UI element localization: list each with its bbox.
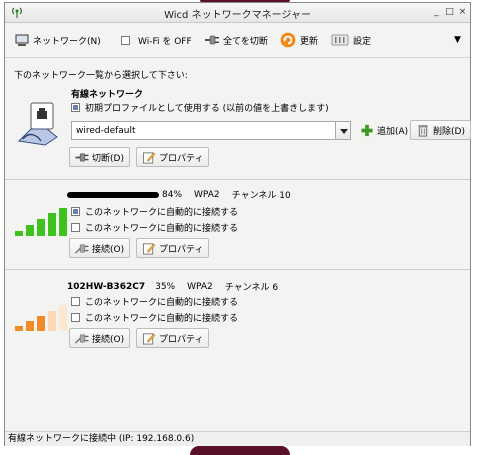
signal-bar bbox=[59, 305, 67, 331]
delete-profile-label: 削除(D) bbox=[433, 126, 465, 137]
signal-icon bbox=[15, 208, 70, 236]
plug-icon bbox=[205, 35, 219, 45]
auto-connect-label: このネットワークに自動的に接続する bbox=[85, 224, 239, 234]
wired-icon bbox=[17, 102, 58, 146]
background-shape-bottom bbox=[190, 446, 290, 455]
toolbar-overflow-arrow[interactable]: ▼ bbox=[454, 31, 461, 49]
properties-label: プロパティ bbox=[159, 244, 204, 255]
signal-strength: 84% bbox=[162, 189, 183, 200]
add-profile-button[interactable]: 追加(A) bbox=[355, 120, 413, 140]
trash-icon bbox=[418, 124, 428, 137]
auto-connect-label: このネットワークに自動的に接続する bbox=[85, 298, 239, 308]
security-type: WPA2 bbox=[187, 281, 213, 292]
signal-bar bbox=[59, 208, 67, 236]
window-title: Wicd ネットワークマネージャー bbox=[164, 10, 311, 21]
wired-profile-dropdown-arrow[interactable] bbox=[335, 121, 351, 140]
title-bar: Wicd ネットワークマネージャー _ □ × bbox=[5, 3, 470, 23]
signal-bar bbox=[37, 219, 45, 236]
wired-default-profile-label: 初期プロファイルとして使用する (以前の値を上書きします) bbox=[85, 104, 329, 114]
auto-connect-label: このネットワークに自動的に接続する bbox=[85, 208, 239, 218]
properties-button[interactable]: プロパティ bbox=[136, 238, 210, 258]
disconnect-all-label: 全てを切断 bbox=[223, 36, 268, 47]
plug-icon bbox=[75, 334, 89, 344]
delete-profile-button[interactable]: 削除(D) bbox=[410, 120, 471, 140]
wifi-off-label: Wi-Fi を OFF bbox=[138, 36, 192, 47]
wired-default-profile-checkbox[interactable] bbox=[71, 103, 80, 112]
connect-button[interactable]: 接続(O) bbox=[69, 238, 131, 258]
signal-bar bbox=[15, 231, 23, 236]
plug-icon bbox=[75, 153, 89, 161]
auto-connect-checkbox[interactable] bbox=[71, 313, 80, 322]
network-ssid: 102HW-B362C7 bbox=[67, 281, 146, 292]
auto-connect-label: このネットワークに自動的に接続する bbox=[85, 314, 239, 324]
signal-bar bbox=[48, 213, 56, 236]
security-type: WPA2 bbox=[194, 189, 220, 200]
channel: チャンネル 6 bbox=[224, 283, 279, 293]
close-button[interactable]: × bbox=[457, 6, 468, 18]
network-menu-button[interactable]: ネットワーク(N) bbox=[15, 31, 101, 49]
refresh-label: 更新 bbox=[300, 36, 319, 47]
wired-disconnect-button[interactable]: 切断(D) bbox=[69, 147, 130, 167]
auto-connect-option[interactable]: このネットワークに自動的に接続する bbox=[71, 295, 238, 308]
properties-label: プロパティ bbox=[159, 334, 204, 345]
auto-connect-option[interactable]: このネットワークに自動的に接続する bbox=[71, 221, 238, 234]
wired-properties-label: プロパティ bbox=[159, 153, 204, 164]
signal-strength: 35% bbox=[155, 281, 176, 292]
signal-bar bbox=[26, 225, 34, 236]
minimize-button[interactable]: _ bbox=[431, 6, 442, 18]
wired-network-title: 有線ネットワーク bbox=[71, 90, 144, 100]
edit-icon bbox=[142, 242, 156, 255]
wired-default-profile-option[interactable]: 初期プロファイルとして使用する (以前の値を上書きします) bbox=[71, 101, 329, 114]
signal-bar bbox=[15, 326, 23, 331]
wicd-window: Wicd ネットワークマネージャー _ □ × ネットワーク(N) Wi-Fi … bbox=[4, 2, 471, 446]
wired-properties-button[interactable]: プロパティ bbox=[136, 147, 210, 167]
edit-icon bbox=[142, 332, 156, 345]
add-profile-label: 追加(A) bbox=[377, 126, 409, 137]
status-bar: 有線ネットワークに接続中 (IP: 192.168.0.6) bbox=[5, 431, 470, 446]
wireless-network-info: 102HW-B362C7 35% WPA2 チャンネル 6 bbox=[67, 280, 279, 294]
auto-connect-checkbox[interactable] bbox=[71, 297, 80, 306]
auto-connect-checkbox[interactable] bbox=[71, 207, 80, 216]
toolbar: ネットワーク(N) Wi-Fi を OFF 全てを切断 更新 設定 ▼ bbox=[5, 23, 470, 58]
gear-icon bbox=[331, 34, 349, 46]
refresh-button[interactable]: 更新 bbox=[280, 31, 318, 49]
signal-icon bbox=[15, 305, 70, 331]
refresh-icon bbox=[280, 32, 296, 48]
section-divider bbox=[5, 179, 470, 180]
section-divider bbox=[5, 269, 470, 270]
wired-disconnect-label: 切断(D) bbox=[92, 153, 124, 164]
status-text: 有線ネットワークに接続中 (IP: 192.168.0.6) bbox=[8, 434, 195, 444]
disconnect-all-button[interactable]: 全てを切断 bbox=[205, 31, 268, 49]
properties-button[interactable]: プロパティ bbox=[136, 328, 210, 348]
auto-connect-option[interactable]: このネットワークに自動的に接続する bbox=[71, 205, 238, 218]
wired-profile-value: wired-default bbox=[76, 125, 136, 136]
channel: チャンネル 10 bbox=[231, 191, 291, 201]
wired-profile-select[interactable]: wired-default bbox=[71, 121, 351, 140]
wifi-off-checkbox[interactable] bbox=[121, 35, 130, 45]
wireless-network-info: 84% WPA2 チャンネル 10 bbox=[67, 188, 291, 201]
connect-label: 接続(O) bbox=[92, 334, 125, 345]
signal-bar bbox=[26, 321, 34, 331]
redacted-ssid bbox=[67, 191, 159, 198]
add-icon bbox=[361, 124, 373, 136]
connect-button[interactable]: 接続(O) bbox=[69, 328, 131, 348]
wifi-off-toggle[interactable]: Wi-Fi を OFF bbox=[121, 31, 192, 49]
signal-bar bbox=[48, 311, 56, 331]
preferences-label: 設定 bbox=[353, 36, 372, 47]
preferences-button[interactable]: 設定 bbox=[331, 31, 371, 49]
maximize-button[interactable]: □ bbox=[444, 6, 455, 18]
network-menu-label: ネットワーク(N) bbox=[33, 36, 101, 47]
connect-label: 接続(O) bbox=[92, 244, 125, 255]
plug-icon bbox=[75, 244, 89, 254]
signal-bar bbox=[37, 316, 45, 331]
auto-connect-checkbox[interactable] bbox=[71, 223, 80, 232]
network-icon bbox=[15, 34, 29, 46]
edit-icon bbox=[142, 151, 156, 164]
instruction-text: 下のネットワーク一覧から選択して下さい: bbox=[14, 71, 188, 81]
auto-connect-option[interactable]: このネットワークに自動的に接続する bbox=[71, 311, 238, 324]
